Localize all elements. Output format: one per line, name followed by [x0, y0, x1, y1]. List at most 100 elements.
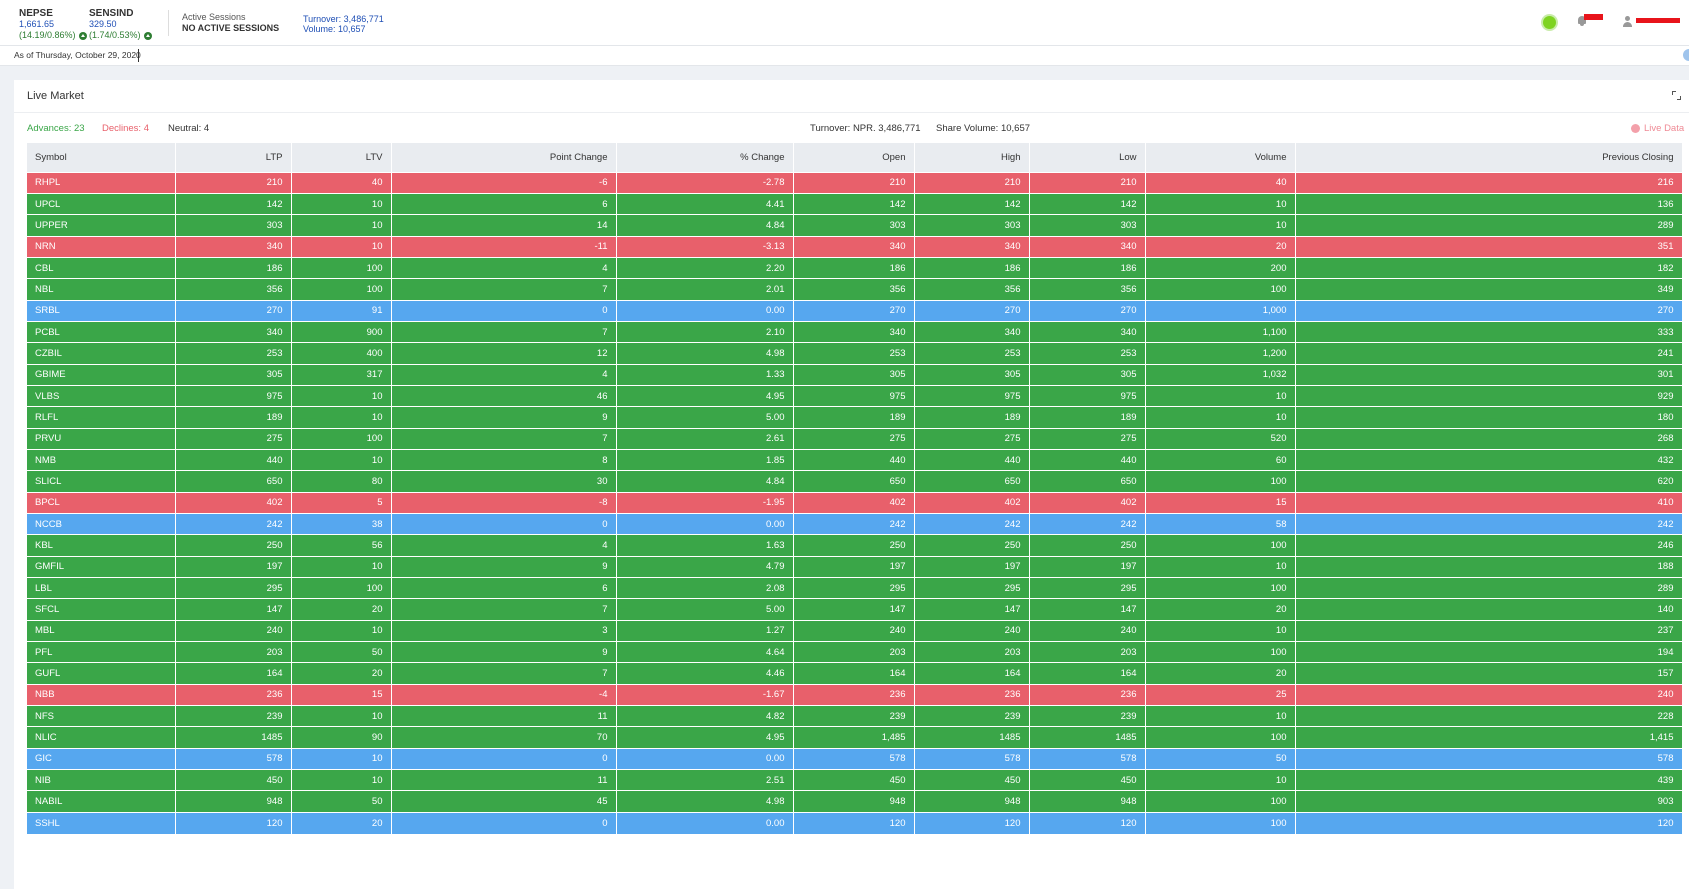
- table-row[interactable]: UPCL 142 10 6 4.41 142 142 142 10 136: [27, 192, 1683, 215]
- symbol-cell[interactable]: NFS: [27, 705, 176, 727]
- column-header[interactable]: Volume: [1145, 143, 1296, 172]
- table-row[interactable]: NLIC 1485 90 70 4.95 1,485 1485 1485 100 1,415: [27, 726, 1683, 749]
- symbol-cell[interactable]: SSHL: [27, 811, 176, 834]
- redacted-username[interactable]: [1636, 18, 1680, 23]
- table-row[interactable]: CZBIL 253 400 12 4.98 253 253 253 1,200 241: [27, 342, 1683, 365]
- table-row[interactable]: PFL 203 50 9 4.64 203 203 203 100 194: [27, 641, 1683, 663]
- table-row[interactable]: SSHL 120 20 0 0.00 120 120 120 100 120: [27, 811, 1683, 834]
- column-header[interactable]: % Change: [616, 143, 794, 172]
- nepse-index[interactable]: NEPSE 1,661.65 (14.19/0.86%): [19, 8, 87, 41]
- table-row[interactable]: BPCL 402 5 -8 -1.95 402 402 402 15 410: [27, 491, 1683, 514]
- table-cell: 303: [1029, 214, 1146, 237]
- live-dot-icon: [1631, 124, 1640, 133]
- symbol-cell[interactable]: MBL: [27, 619, 176, 642]
- table-cell: 440: [914, 448, 1030, 471]
- table-row[interactable]: VLBS 975 10 46 4.95 975 975 975 10 929: [27, 384, 1683, 407]
- table-row[interactable]: GIC 578 10 0 0.00 578 578 578 50 578: [27, 747, 1683, 770]
- table-cell: 317: [291, 363, 392, 386]
- table-row[interactable]: NBL 356 100 7 2.01 356 356 356 100 349: [27, 278, 1683, 301]
- fullscreen-icon[interactable]: [1672, 91, 1681, 100]
- table-row[interactable]: RLFL 189 10 9 5.00 189 189 189 10 180: [27, 406, 1683, 429]
- symbol-cell[interactable]: NABIL: [27, 790, 176, 813]
- symbol-cell[interactable]: RLFL: [27, 406, 176, 429]
- table-cell: 11: [391, 769, 617, 791]
- nepse-name: NEPSE: [19, 8, 53, 19]
- table-row[interactable]: RHPL 210 40 -6 -2.78 210 210 210 40 216: [27, 171, 1683, 194]
- symbol-cell[interactable]: KBL: [27, 534, 176, 557]
- table-row[interactable]: NFS 239 10 11 4.82 239 239 239 10 228: [27, 705, 1683, 727]
- table-row[interactable]: NCCB 242 38 0 0.00 242 242 242 58 242: [27, 512, 1683, 535]
- column-header[interactable]: LTV: [291, 143, 392, 172]
- table-row[interactable]: PRVU 275 100 7 2.61 275 275 275 520 268: [27, 427, 1683, 450]
- table-row[interactable]: SFCL 147 20 7 5.00 147 147 147 20 140: [27, 598, 1683, 621]
- symbol-cell[interactable]: NBB: [27, 683, 176, 706]
- table-cell: 948: [793, 790, 915, 813]
- table-row[interactable]: GBIME 305 317 4 1.33 305 305 305 1,032 301: [27, 363, 1683, 386]
- symbol-cell[interactable]: VLBS: [27, 384, 176, 407]
- symbol-cell[interactable]: PRVU: [27, 427, 176, 450]
- table-row[interactable]: GUFL 164 20 7 4.46 164 164 164 20 157: [27, 662, 1683, 685]
- column-header[interactable]: Low: [1029, 143, 1146, 172]
- table-cell: 295: [793, 577, 915, 599]
- table-row[interactable]: SLICL 650 80 30 4.84 650 650 650 100 620: [27, 470, 1683, 493]
- table-cell: 1485: [175, 726, 292, 749]
- symbol-cell[interactable]: NLIC: [27, 726, 176, 749]
- symbol-cell[interactable]: NRN: [27, 235, 176, 258]
- symbol-cell[interactable]: RHPL: [27, 171, 176, 194]
- table-row[interactable]: NRN 340 10 -11 -3.13 340 340 340 20 351: [27, 235, 1683, 258]
- table-row[interactable]: NABIL 948 50 45 4.98 948 948 948 100 903: [27, 790, 1683, 813]
- column-header[interactable]: Open: [793, 143, 915, 172]
- symbol-cell[interactable]: GUFL: [27, 662, 176, 685]
- symbol-cell[interactable]: BPCL: [27, 491, 176, 514]
- symbol-cell[interactable]: SLICL: [27, 470, 176, 493]
- table-cell: 100: [291, 577, 392, 599]
- symbol-cell[interactable]: CZBIL: [27, 342, 176, 365]
- column-header[interactable]: Symbol: [27, 143, 176, 172]
- table-row[interactable]: NIB 450 10 11 2.51 450 450 450 10 439: [27, 769, 1683, 791]
- symbol-cell[interactable]: SRBL: [27, 299, 176, 322]
- table-cell: 650: [175, 470, 292, 493]
- table-row[interactable]: NMB 440 10 8 1.85 440 440 440 60 432: [27, 448, 1683, 471]
- table-row[interactable]: UPPER 303 10 14 4.84 303 303 303 10 289: [27, 214, 1683, 237]
- table-row[interactable]: PCBL 340 900 7 2.10 340 340 340 1,100 333: [27, 320, 1683, 343]
- table-row[interactable]: MBL 240 10 3 1.27 240 240 240 10 237: [27, 619, 1683, 642]
- user-icon[interactable]: [1622, 16, 1633, 27]
- sessions-label: Active Sessions: [182, 12, 246, 22]
- table-cell: 578: [914, 747, 1030, 770]
- sensind-index[interactable]: SENSIND 329.50 (1.74/0.53%): [89, 8, 152, 41]
- table-row[interactable]: LBL 295 100 6 2.08 295 295 295 100 289: [27, 577, 1683, 599]
- symbol-cell[interactable]: UPPER: [27, 214, 176, 237]
- side-toggle-button[interactable]: [1683, 49, 1689, 61]
- table-row[interactable]: KBL 250 56 4 1.63 250 250 250 100 246: [27, 534, 1683, 557]
- symbol-cell[interactable]: GIC: [27, 747, 176, 770]
- table-cell: 5.00: [616, 598, 794, 621]
- table-row[interactable]: CBL 186 100 4 2.20 186 186 186 200 182: [27, 256, 1683, 279]
- table-cell: 10: [1145, 214, 1296, 237]
- column-header[interactable]: Point Change: [391, 143, 617, 172]
- column-header[interactable]: LTP: [175, 143, 292, 172]
- symbol-cell[interactable]: UPCL: [27, 192, 176, 215]
- table-cell: 20: [291, 598, 392, 621]
- table-cell: -1.95: [616, 491, 794, 514]
- table-cell: 10: [291, 384, 392, 407]
- symbol-cell[interactable]: GBIME: [27, 363, 176, 386]
- symbol-cell[interactable]: PCBL: [27, 320, 176, 343]
- symbol-cell[interactable]: PFL: [27, 641, 176, 663]
- symbol-cell[interactable]: NMB: [27, 448, 176, 471]
- symbol-cell[interactable]: NBL: [27, 278, 176, 301]
- table-cell: 0.00: [616, 299, 794, 322]
- table-cell: 10: [291, 705, 392, 727]
- symbol-cell[interactable]: CBL: [27, 256, 176, 279]
- table-row[interactable]: NBB 236 15 -4 -1.67 236 236 236 25 240: [27, 683, 1683, 706]
- column-header[interactable]: Previous Closing: [1295, 143, 1683, 172]
- symbol-cell[interactable]: NCCB: [27, 512, 176, 535]
- table-cell: 650: [793, 470, 915, 493]
- column-header[interactable]: High: [914, 143, 1030, 172]
- symbol-cell[interactable]: NIB: [27, 769, 176, 791]
- table-row[interactable]: SRBL 270 91 0 0.00 270 270 270 1,000 270: [27, 299, 1683, 322]
- symbol-cell[interactable]: GMFIL: [27, 555, 176, 578]
- table-row[interactable]: GMFIL 197 10 9 4.79 197 197 197 10 188: [27, 555, 1683, 578]
- symbol-cell[interactable]: LBL: [27, 577, 176, 599]
- symbol-cell[interactable]: SFCL: [27, 598, 176, 621]
- market-stats: Advances: 23 Declines: 4 Neutral: 4 Turn…: [14, 123, 1689, 137]
